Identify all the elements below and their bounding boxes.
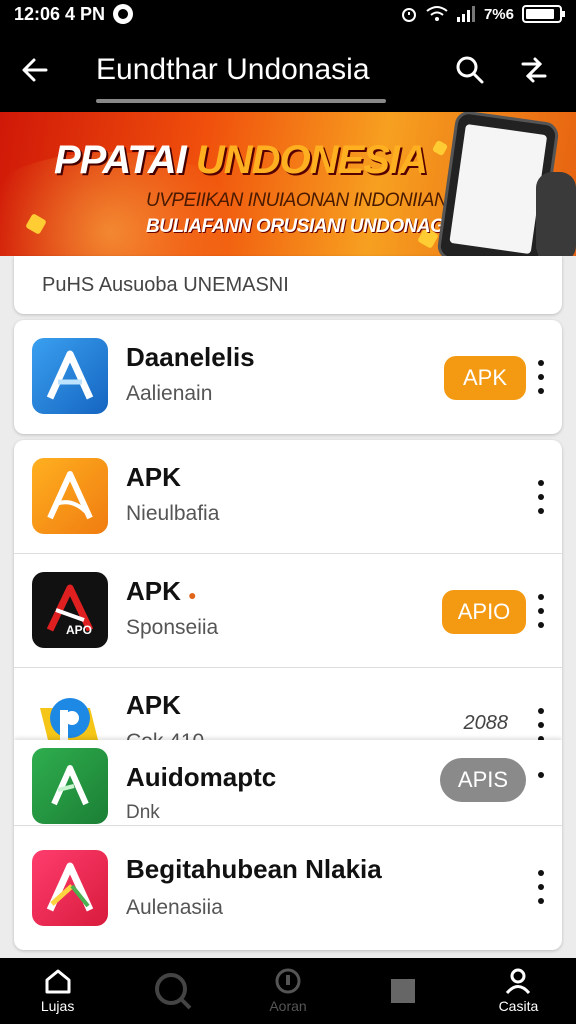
more-dot-icon[interactable] (532, 770, 550, 780)
search-icon (456, 56, 484, 84)
apk-button[interactable]: APK (444, 356, 526, 400)
banner-subline-2: BULIAFANN ORUSIANI UNDONAGAN (146, 216, 471, 237)
more-vert-icon[interactable] (532, 480, 550, 514)
more-vert-icon[interactable] (532, 870, 550, 904)
more-vert-icon[interactable] (532, 708, 550, 742)
status-time: 12:06 4 PN (14, 3, 106, 24)
app-name: APK (126, 690, 181, 720)
app-name: APK (126, 462, 181, 492)
nav-item-library[interactable] (346, 958, 461, 1024)
letter-a-icon (46, 350, 94, 400)
app-list-card: APK Nieulbafia APO APK ● Sponseiia APIO … (14, 440, 562, 950)
nav-label: Aoran (269, 998, 307, 1014)
sort-icon (521, 57, 547, 83)
app-icon-p (32, 686, 108, 748)
app-subtitle: Sponseiia (126, 616, 219, 639)
app-subtitle: Aalienain (126, 382, 213, 405)
nav-item-home[interactable]: Lujas (0, 958, 115, 1024)
nav-item-search[interactable] (115, 958, 230, 1024)
hand-illustration (536, 172, 576, 256)
letter-a-icon (51, 765, 89, 806)
apis-button[interactable]: APIS (440, 758, 526, 802)
app-name: Begitahubean Nlakia (126, 854, 382, 884)
app-icon-red (32, 850, 108, 926)
app-icon-caption: APO (66, 623, 92, 637)
search-card-text: PuHS Ausuoba UNEMASNI (42, 273, 289, 296)
app-name: Auidomaptc (126, 762, 277, 792)
arrow-left-icon (22, 58, 48, 82)
promo-banner[interactable]: PPATAI UNDONESIA UVPEIIKAN INUIAONAN IND… (0, 112, 576, 256)
list-item[interactable]: APK Cok 410 2088 (14, 668, 562, 748)
account-icon (506, 968, 531, 994)
list-item[interactable]: Begitahubean Nlakia Aulenasiia (14, 826, 562, 950)
app-name-text: APK (126, 576, 181, 606)
letter-a-icon (46, 862, 94, 912)
apio-button[interactable]: APIO (442, 590, 526, 634)
app-subtitle: Aulenasiia (126, 896, 223, 919)
list-item[interactable]: Auidomaptc Dnk APIS (14, 740, 562, 826)
app-icon-black: APO (32, 572, 108, 648)
flame-icon: ● (188, 587, 197, 603)
more-vert-icon[interactable] (532, 594, 550, 628)
notification-icon (113, 4, 134, 24)
home-icon (45, 969, 71, 994)
wifi-icon (426, 6, 448, 21)
app-subtitle: Dnk (126, 802, 160, 823)
play-p-icon (40, 698, 100, 748)
app-icon-blue (32, 338, 108, 414)
sort-button[interactable] (514, 50, 554, 90)
status-bar: 12:06 4 PN 7%6 (0, 0, 576, 28)
search-button[interactable] (450, 50, 490, 90)
page-title: Eundthar Undonasia (96, 53, 386, 103)
app-card: Daanelelis Aalienain APK (14, 320, 562, 434)
banner-headline: PPATAI UNDONESIA (54, 138, 428, 183)
app-icon-green (32, 748, 108, 824)
banner-headline-b: UNDONESIA (195, 138, 428, 182)
square-icon (391, 979, 416, 1003)
page-title-text: Eundthar Undonasia (96, 53, 370, 86)
app-name: APK ● (126, 576, 197, 607)
size-label: 2088 (463, 712, 509, 734)
app-icon-orange (32, 458, 108, 534)
battery-icon (522, 5, 565, 23)
coin-icon (431, 139, 449, 157)
app-name: Daanelelis (126, 342, 255, 372)
title-underline (96, 99, 386, 103)
letter-a-icon: APO (46, 584, 94, 637)
banner-headline-a: PPATAI (54, 138, 187, 182)
list-item[interactable]: Daanelelis Aalienain APK (14, 320, 562, 434)
search-icon (154, 973, 192, 1010)
nav-item-account[interactable]: Casita (461, 958, 576, 1024)
banner-subline-1: UVPEIIKAN INUIAONAN INDONIIAN (146, 190, 448, 211)
battery-text: 7%6 (483, 5, 514, 23)
app-subtitle: Nieulbafia (126, 502, 220, 525)
nav-item-downloads[interactable]: Aoran (230, 958, 345, 1024)
nav-label: Lujas (40, 998, 75, 1014)
search-card[interactable]: PuHS Ausuoba UNEMASNI (14, 256, 562, 314)
list-item[interactable]: APO APK ● Sponseiia APIO (14, 554, 562, 668)
more-vert-icon[interactable] (532, 360, 550, 394)
phone-screen (449, 123, 548, 255)
alarm-icon (401, 8, 416, 22)
back-button[interactable] (0, 28, 70, 112)
app-bar: Eundthar Undonasia (0, 28, 576, 112)
signal-icon (456, 6, 475, 22)
bottom-nav: Lujas Aoran Casita (0, 958, 576, 1024)
letter-a-icon (47, 471, 93, 520)
download-icon (275, 968, 301, 994)
nav-label: Casita (498, 998, 539, 1014)
list-item[interactable]: APK Nieulbafia (14, 440, 562, 554)
